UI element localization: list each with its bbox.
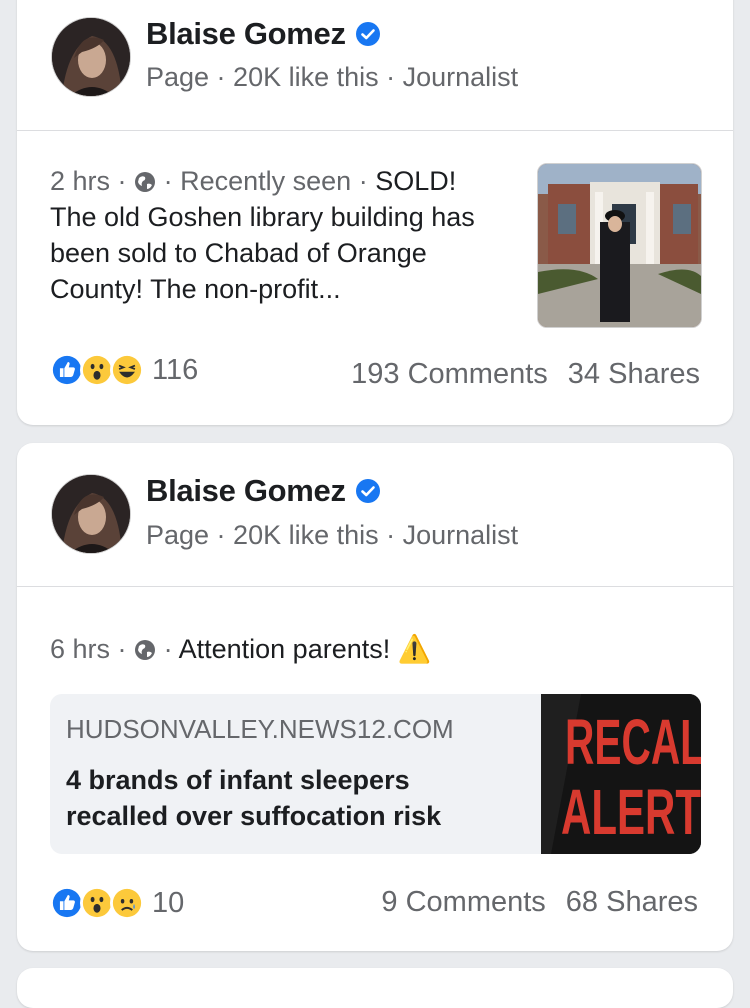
like-icon [50,353,84,387]
author-avatar[interactable] [51,17,131,97]
reactions-summary[interactable]: 116 [50,353,198,387]
reactions-summary[interactable]: 10 [50,886,184,920]
post-text[interactable]: 2 hrs · · Recently seen · SOLD! The old … [50,163,500,307]
post-stats: 9 Comments 68 Shares [381,886,698,919]
verified-badge-icon [355,479,380,503]
shares-count[interactable]: 68 Shares [566,886,698,919]
sad-icon [110,886,144,920]
alert-image-text: ALERT [561,776,701,848]
post-text[interactable]: 6 hrs · · Attention parents! ⚠️ [50,631,670,667]
post-time[interactable]: 6 hrs [50,634,110,664]
divider [17,586,733,587]
link-preview[interactable]: HUDSONVALLEY.NEWS12.COM 4 brands of infa… [50,694,701,854]
separator: · [117,634,127,664]
recall-image-text: RECAL [565,706,701,778]
globe-icon [135,640,156,660]
separator: · [163,166,173,196]
post-card: Blaise Gomez Page · 20K like this · Jour… [17,0,733,425]
post-stats: 193 Comments 34 Shares [351,358,700,391]
reaction-count: 116 [152,353,199,386]
like-icon [50,886,84,920]
separator: · [117,166,127,196]
link-title: 4 brands of infant sleepers recalled ove… [66,765,442,831]
post-card: Blaise Gomez Page · 20K like this · Jour… [17,443,733,951]
comments-count[interactable]: 193 Comments [351,358,548,391]
post-photo[interactable] [537,163,702,328]
reaction-count: 10 [152,886,185,919]
post-header: Blaise Gomez Page · 20K like this · Jour… [17,0,733,110]
separator: · [163,634,173,664]
post-card [17,968,733,1008]
author-name[interactable]: Blaise Gomez [146,473,346,509]
wow-icon [80,353,114,387]
link-image: RECAL ALERT [541,694,701,854]
comments-count[interactable]: 9 Comments [381,886,545,919]
author-row: Blaise Gomez [146,16,380,52]
shares-count[interactable]: 34 Shares [568,358,700,391]
divider [17,130,733,131]
author-name[interactable]: Blaise Gomez [146,16,346,52]
post-time[interactable]: 2 hrs [50,166,110,196]
post-status: Recently seen [180,166,352,196]
haha-icon [110,353,144,387]
author-subtitle: Page · 20K like this · Journalist [146,62,519,92]
post-header: Blaise Gomez Page · 20K like this · Jour… [17,443,733,573]
author-row: Blaise Gomez [146,473,380,509]
separator: · [358,166,368,196]
author-avatar[interactable] [51,474,131,554]
globe-icon [135,172,156,192]
post-body: Attention parents! ⚠️ [178,634,432,664]
link-domain: HUDSONVALLEY.NEWS12.COM [66,714,454,744]
verified-badge-icon [355,22,380,46]
wow-icon [80,886,114,920]
author-subtitle: Page · 20K like this · Journalist [146,520,519,550]
